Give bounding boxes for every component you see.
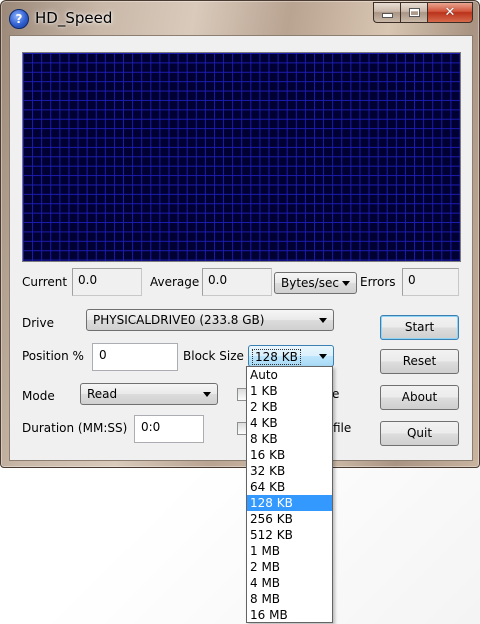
option-checkbox-2-label: file <box>333 421 352 435</box>
current-label: Current <box>22 275 68 289</box>
minimize-icon <box>381 13 393 18</box>
errors-label: Errors <box>360 275 396 289</box>
unit-select-value: Bytes/sec <box>281 276 339 290</box>
block-size-dropdown-list: Auto 1 KB 2 KB 4 KB 8 KB 16 KB 32 KB 64 KB 128 K… <box>246 366 333 623</box>
errors-value: 0 <box>402 268 459 296</box>
block-size-option[interactable]: 2 MB <box>247 559 332 575</box>
option-checkbox-1-label: e <box>332 387 340 401</box>
current-value: 0.0 <box>72 268 142 296</box>
maximize-icon <box>408 8 420 17</box>
close-button[interactable]: ✕ <box>427 2 473 23</box>
position-input[interactable]: 0 <box>92 343 178 371</box>
block-size-label: Block Size <box>183 349 244 363</box>
mode-label: Mode <box>22 389 55 403</box>
block-size-select[interactable]: 128 KB <box>248 345 334 367</box>
drive-select-value: PHYSICALDRIVE0 (233.8 GB) <box>93 313 265 327</box>
block-size-option[interactable]: 2 KB <box>247 399 332 415</box>
block-size-option[interactable]: 16 KB <box>247 447 332 463</box>
drive-select[interactable]: PHYSICALDRIVE0 (233.8 GB) <box>86 309 334 331</box>
block-size-option[interactable]: Auto <box>247 367 332 383</box>
chevron-down-icon <box>319 354 327 359</box>
block-size-option[interactable]: 64 KB <box>247 479 332 495</box>
chevron-down-icon <box>319 318 327 323</box>
average-label: Average <box>150 275 200 289</box>
block-size-option[interactable]: 8 KB <box>247 431 332 447</box>
block-size-option[interactable]: 256 KB <box>247 511 332 527</box>
reset-button[interactable]: Reset <box>380 349 459 374</box>
drive-label: Drive <box>22 316 54 330</box>
client-area: Current 0.0 Average 0.0 Bytes/sec Errors… <box>9 35 473 461</box>
block-size-option[interactable]: 1 KB <box>247 383 332 399</box>
block-size-option[interactable]: 4 MB <box>247 575 332 591</box>
mode-select-value: Read <box>87 387 118 401</box>
speed-graph <box>22 52 461 262</box>
minimize-button[interactable] <box>373 2 400 23</box>
average-value: 0.0 <box>202 268 272 296</box>
chevron-down-icon <box>342 281 350 286</box>
close-icon: ✕ <box>444 5 456 20</box>
title-bar[interactable]: ? HD_Speed ✕ <box>1 1 479 35</box>
position-label: Position % <box>22 349 84 363</box>
duration-label: Duration (MM:SS) <box>22 421 128 435</box>
unit-select[interactable]: Bytes/sec <box>274 272 357 294</box>
quit-button[interactable]: Quit <box>380 421 459 446</box>
about-button[interactable]: About <box>380 385 459 410</box>
caption-buttons: ✕ <box>373 2 473 23</box>
hd-speed-window: ? HD_Speed ✕ Current 0.0 Average 0.0 Byt… <box>0 0 480 468</box>
block-size-option[interactable]: 1 MB <box>247 543 332 559</box>
block-size-select-value: 128 KB <box>252 349 301 365</box>
block-size-option[interactable]: 16 MB <box>247 607 332 623</box>
block-size-option[interactable]: 128 KB <box>247 495 332 511</box>
start-button[interactable]: Start <box>380 315 459 340</box>
block-size-option[interactable]: 32 KB <box>247 463 332 479</box>
question-icon: ? <box>9 9 29 29</box>
block-size-option[interactable]: 512 KB <box>247 527 332 543</box>
mode-select[interactable]: Read <box>80 383 218 405</box>
window-title: HD_Speed <box>35 9 113 27</box>
maximize-button[interactable] <box>400 2 427 23</box>
block-size-option[interactable]: 8 MB <box>247 591 332 607</box>
chevron-down-icon <box>203 392 211 397</box>
duration-input[interactable]: 0:0 <box>134 415 204 443</box>
block-size-option[interactable]: 4 KB <box>247 415 332 431</box>
